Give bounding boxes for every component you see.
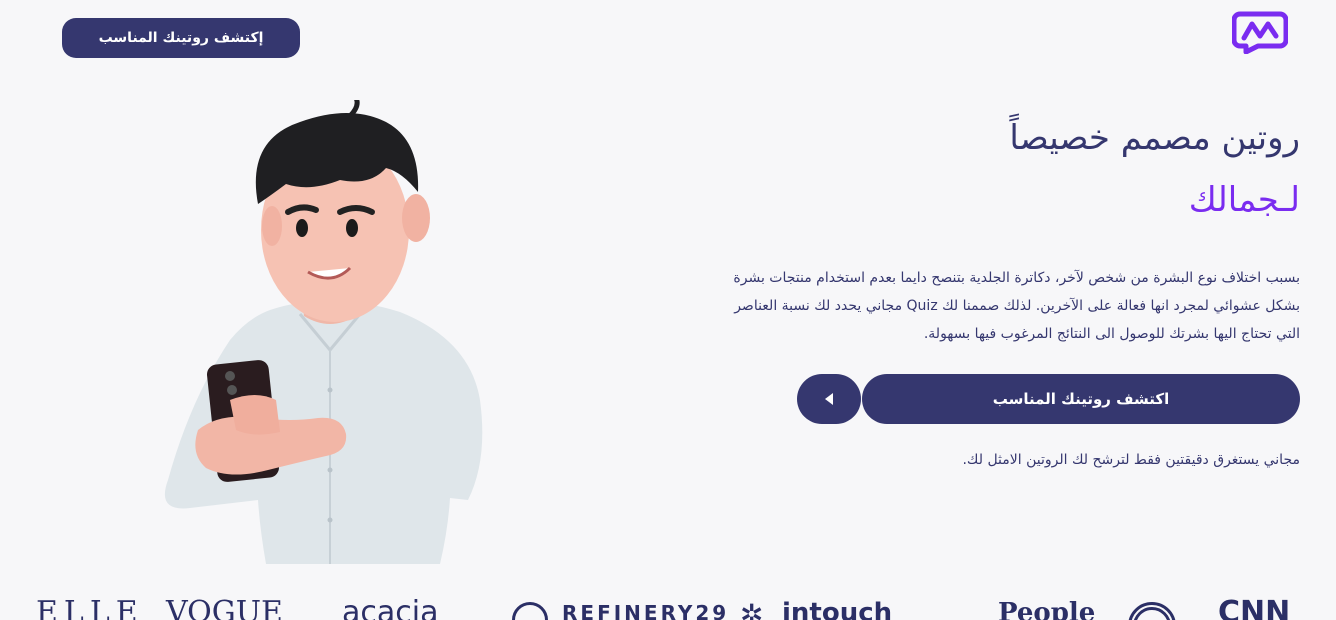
hero-description-line: بسبب اختلاف نوع البشرة من شخص لآخر، دكات… [733,270,1300,286]
brand-logo-cnn: CNN [1218,595,1291,620]
discover-routine-button[interactable]: اكتشف روتينك المناسب [862,374,1300,424]
brand-logo-icon[interactable] [1232,6,1288,54]
play-arrow-icon [825,393,833,405]
refinery29-mark-icon [512,602,548,620]
intouch-star-icon: ✲ [740,598,764,620]
brand-logo-people: People [998,598,1096,620]
brand-logo-refinery29: REFINERY29 [562,601,730,620]
hero-description-line: التي تحتاج اليها بشرتك للوصول الى النتائ… [923,326,1300,342]
circle-brand-icon [1128,602,1176,620]
cta-arrow-button[interactable] [797,374,861,424]
brand-logo-acacia: acacia [342,595,439,620]
brand-logo-vogue: VOGUE [166,595,283,620]
discover-routine-header-button[interactable]: إكتشف روتينك المناسب [62,18,300,58]
hero-description: بسبب اختلاف نوع البشرة من شخص لآخر، دكات… [680,264,1300,348]
man-with-phone-illustration [164,100,483,564]
hero-title: روتين مصمم خصيصاً [1009,118,1300,158]
brand-logo-intouch: intouch [782,598,893,620]
quiz-hint-text: مجاني يستغرق دقيقتين فقط لترشح لك الروتي… [962,452,1300,468]
press-logos-strip: ELLE VOGUE acacia REFINERY29 ✲ intouch P… [0,596,1336,620]
hero-description-line: بشكل عشوائي لمجرد انها فعالة على الآخرين… [734,298,1300,314]
brand-logo-elle: ELLE [36,595,144,620]
hero-accent-title: لـجمالك [1188,180,1300,220]
